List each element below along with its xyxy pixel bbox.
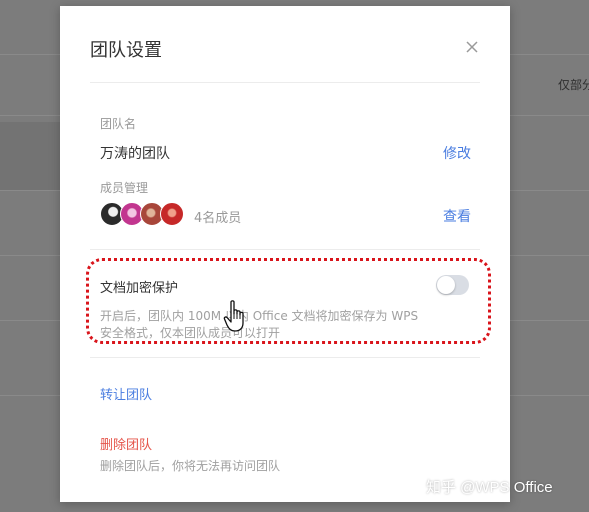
close-icon[interactable] xyxy=(462,37,482,57)
member-count: 4名成员 xyxy=(194,211,242,226)
highlight-annotation xyxy=(86,258,491,344)
background-selected-row xyxy=(0,122,60,190)
member-avatars[interactable] xyxy=(100,202,190,228)
section-divider xyxy=(90,249,480,250)
rename-team-link[interactable]: 修改 xyxy=(443,143,471,163)
view-members-link[interactable]: 查看 xyxy=(443,206,471,226)
section-divider xyxy=(90,357,480,358)
dialog-divider xyxy=(90,82,480,83)
team-name-label: 团队名 xyxy=(100,117,137,131)
transfer-team-link[interactable]: 转让团队 xyxy=(100,384,152,403)
member-management-label: 成员管理 xyxy=(100,181,149,195)
dialog-title: 团队设置 xyxy=(90,40,162,61)
delete-team-hint: 删除团队后，你将无法再访问团队 xyxy=(100,459,281,473)
delete-team-link[interactable]: 删除团队 xyxy=(100,434,152,453)
hand-pointer-icon xyxy=(223,300,244,332)
team-settings-dialog: 团队设置 团队名 万涛的团队 修改 成员管理 4名成员 查看 文档加密保护 开启… xyxy=(60,6,510,502)
team-name-value: 万涛的团队 xyxy=(100,146,170,162)
avatar xyxy=(160,202,184,226)
watermark: 知乎 @WPS Office xyxy=(426,479,553,496)
background-text: 仅部分 xyxy=(558,78,589,92)
